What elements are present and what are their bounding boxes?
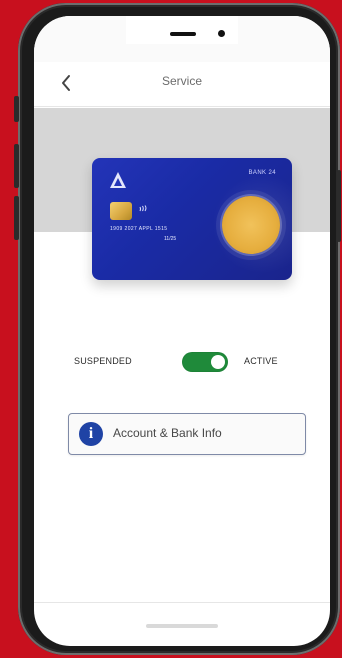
bank-card: BANK 24 1909 2027 APPL 1515 11/25: [92, 158, 292, 280]
navigation-bar: Service: [34, 62, 330, 107]
toggle-knob: [211, 355, 225, 369]
page-title: Service: [161, 74, 202, 88]
suspended-label: SUSPENDED: [74, 356, 132, 366]
contactless-icon: [139, 205, 147, 212]
back-chevron-icon[interactable]: [56, 72, 76, 94]
card-expiry: 11/25: [164, 236, 177, 242]
account-bank-info-label: Account & Bank Info: [113, 426, 222, 440]
active-label: ACTIVE: [244, 356, 278, 366]
info-icon: i: [79, 422, 103, 446]
card-chip: [110, 202, 132, 220]
gold-coin-icon: [222, 196, 280, 254]
triangle-logo-icon: [110, 172, 126, 188]
speaker: [170, 32, 196, 36]
volume-up-button: [14, 144, 19, 188]
camera: [218, 30, 225, 37]
mute-button: [14, 96, 19, 122]
bottom-divider: [34, 602, 330, 603]
account-bank-info-button[interactable]: i Account & Bank Info: [68, 413, 306, 455]
home-indicator: [146, 624, 218, 628]
volume-down-button: [14, 196, 19, 240]
power-button: [337, 170, 341, 242]
card-brand-text: BANK 24: [248, 170, 276, 176]
status-toggle-row: SUSPENDED ACTIVE: [34, 352, 330, 376]
screen: Service BANK 24 1909 2027 APPL 1515 11/2…: [34, 16, 330, 646]
account-status-toggle[interactable]: [182, 352, 228, 372]
card-number: 1909 2027 APPL 1515: [110, 226, 168, 232]
